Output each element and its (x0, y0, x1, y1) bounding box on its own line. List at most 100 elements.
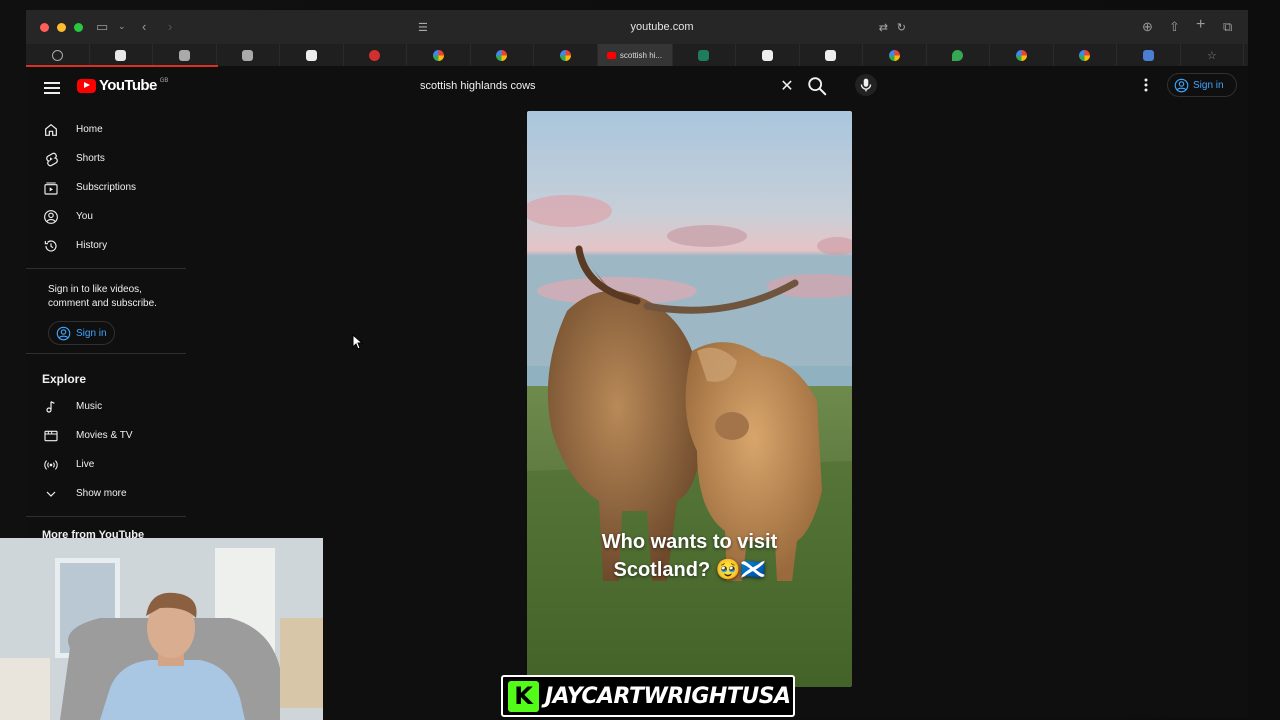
sidebar-item-shorts[interactable]: Shorts (26, 144, 186, 173)
bookmark-tab[interactable]: ☆ (1181, 44, 1244, 66)
music-icon (46, 400, 55, 413)
search-icon[interactable] (806, 75, 828, 97)
sidebar-item-label: History (76, 240, 108, 251)
sidebar-sign-in-button[interactable]: Sign in (48, 321, 115, 345)
screen: ▭ ⌄ ‹ › ☰ youtube.com ⇄ ↻ ⊕ ⇧ + ⧉ scotti… (0, 0, 1280, 720)
back-icon[interactable]: ‹ (142, 19, 146, 34)
shorts-video-player[interactable]: Who wants to visit Scotland? 🥹🏴󠁧󠁢󠁳󠁣󠁴󠁿 (527, 111, 852, 687)
sidebar-item-subscriptions[interactable]: Subscriptions (26, 173, 186, 202)
page-menu-icon[interactable]: ☰ (418, 21, 428, 34)
share-icon[interactable]: ⇧ (1169, 19, 1180, 35)
zoom-window-button[interactable] (74, 22, 83, 32)
youtube-favicon-icon (606, 51, 616, 59)
sidebar-item-label: Live (76, 459, 95, 470)
sidebar-item-label: Shorts (76, 153, 105, 164)
sidebar-item-live[interactable]: Live (26, 450, 186, 479)
tab[interactable] (217, 44, 280, 66)
caption-line-2: Scotland? 🥹🏴󠁧󠁢󠁳󠁣󠁴󠁿 (613, 559, 766, 581)
reload-icon[interactable]: ↻ (897, 21, 906, 34)
you-icon (44, 209, 58, 224)
address-bar[interactable]: ☰ youtube.com ⇄ ↻ (410, 15, 914, 39)
tab[interactable] (280, 44, 344, 66)
menu-icon[interactable] (44, 79, 60, 97)
clear-search-icon[interactable]: ✕ (777, 76, 797, 96)
chevron-down-icon[interactable]: ⌄ (118, 21, 126, 32)
sidebar-item-label: Home (76, 124, 103, 135)
tab[interactable] (927, 44, 990, 66)
close-window-button[interactable] (40, 22, 49, 32)
downloads-icon[interactable]: ⊕ (1142, 19, 1153, 35)
account-icon (1174, 78, 1189, 92)
sidebar-sign-in-label: Sign in (76, 327, 107, 339)
active-tab-label: scottish hi... (619, 50, 663, 60)
tab-overview-icon[interactable]: ⧉ (1223, 19, 1232, 35)
tab[interactable] (1054, 44, 1117, 66)
subscriptions-icon (44, 182, 58, 195)
tab[interactable] (153, 44, 217, 66)
translate-icon[interactable]: ⇄ (879, 21, 888, 34)
search-box[interactable]: scottish highlands cows ✕ (410, 73, 797, 99)
sidebar-item-history[interactable]: History (26, 231, 186, 260)
sidebar-toggle-icon[interactable]: ▭ (96, 19, 108, 35)
video-caption: Who wants to visit Scotland? 🥹🏴󠁧󠁢󠁳󠁣󠁴󠁿 (527, 528, 852, 584)
tab[interactable] (344, 44, 407, 66)
tab[interactable] (863, 44, 927, 66)
sidebar-item-show-more[interactable]: Show more (26, 479, 186, 508)
tab[interactable] (673, 44, 736, 66)
kick-logo: K (508, 680, 539, 712)
chevron-down-icon (46, 491, 56, 497)
sidebar-item-music[interactable]: Music (26, 392, 186, 421)
tab[interactable] (990, 44, 1054, 66)
sidebar-item-label: Music (76, 401, 103, 412)
sidebar-item-you[interactable]: You (26, 202, 186, 231)
new-tab-icon[interactable]: + (1196, 16, 1205, 34)
tab[interactable] (26, 44, 90, 66)
url-text: youtube.com (630, 21, 694, 33)
sidebar: Home Shorts Subscriptions You History Si… (26, 115, 186, 547)
sidebar-item-label: Movies & TV (76, 430, 133, 441)
webcam-overlay (0, 538, 323, 720)
kick-channel-watermark: K JAYCARTWRIGHTUSA (501, 675, 795, 717)
sidebar-item-label: You (76, 211, 93, 222)
tab[interactable] (471, 44, 534, 66)
movies-icon (44, 430, 58, 441)
divider (26, 353, 186, 354)
minimize-window-button[interactable] (57, 22, 66, 32)
browser-titlebar: ▭ ⌄ ‹ › ☰ youtube.com ⇄ ↻ ⊕ ⇧ + ⧉ (26, 10, 1248, 44)
header-sign-in-label: Sign in (1193, 79, 1224, 91)
country-code: GB (159, 77, 169, 84)
tab[interactable] (800, 44, 863, 66)
divider (26, 516, 186, 517)
window-controls (40, 22, 83, 32)
history-icon (44, 239, 57, 252)
tab[interactable] (534, 44, 598, 66)
tab-bar: scottish hi... ☆ (26, 44, 1248, 66)
mouse-cursor-icon (352, 334, 364, 350)
divider (26, 268, 186, 269)
account-icon (56, 326, 71, 340)
logo-text: YouTube (99, 77, 157, 94)
youtube-logo[interactable]: YouTube GB (77, 77, 168, 94)
forward-icon[interactable]: › (168, 19, 172, 34)
sign-in-prompt: Sign in to like videos, comment and subs… (48, 284, 157, 309)
highland-cows-video-frame (527, 111, 852, 687)
tab[interactable] (1117, 44, 1181, 66)
header-sign-in-button[interactable]: Sign in (1167, 73, 1237, 97)
home-icon (45, 123, 57, 136)
microphone-icon[interactable] (855, 74, 877, 96)
star-icon: ☆ (1206, 49, 1217, 62)
tab[interactable] (90, 44, 153, 66)
tab-active[interactable]: scottish hi... (597, 44, 673, 66)
youtube-play-icon (77, 78, 96, 93)
shorts-icon (46, 152, 58, 166)
tab[interactable] (407, 44, 471, 66)
tab[interactable] (736, 44, 800, 66)
more-options-icon[interactable] (1140, 77, 1152, 93)
channel-name: JAYCARTWRIGHTUSA (545, 683, 791, 709)
search-input[interactable]: scottish highlands cows (410, 80, 777, 92)
sidebar-item-movies[interactable]: Movies & TV (26, 421, 186, 450)
live-icon (44, 459, 58, 470)
streamer-webcam-image (0, 538, 323, 720)
sidebar-item-home[interactable]: Home (26, 115, 186, 144)
sidebar-item-label: Subscriptions (76, 182, 137, 193)
